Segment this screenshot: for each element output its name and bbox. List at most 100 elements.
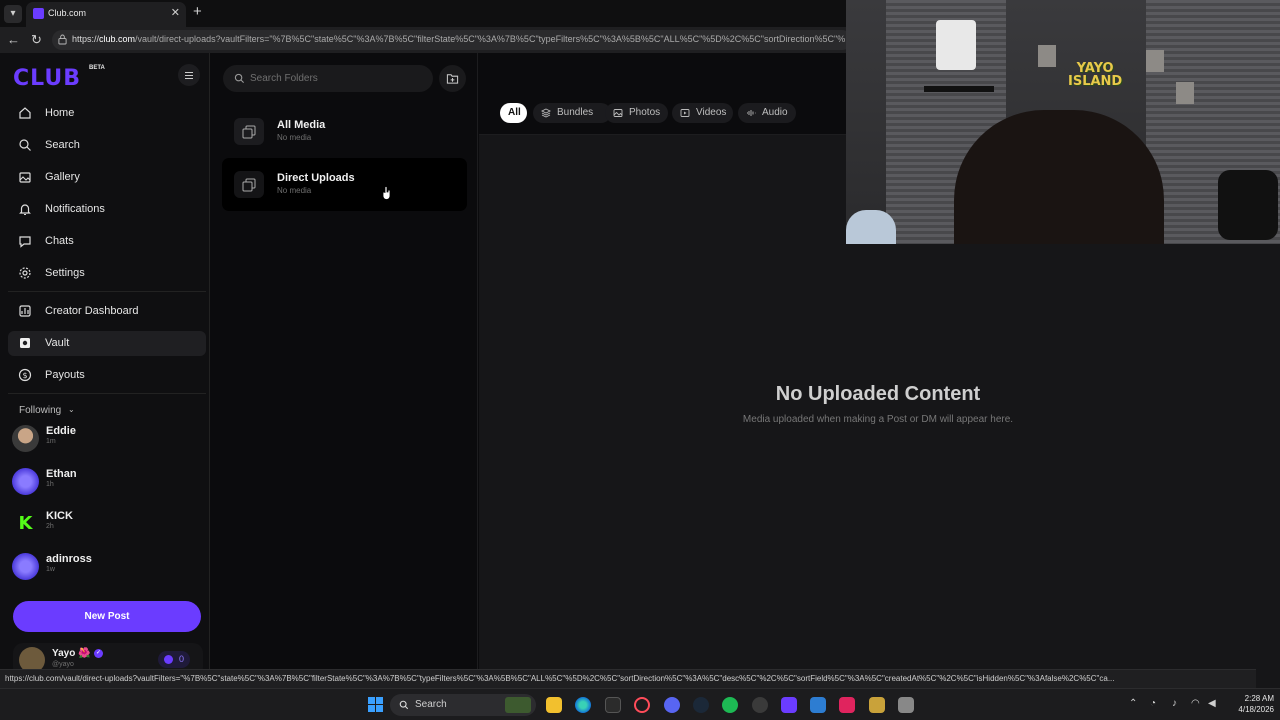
- terminal-icon[interactable]: [605, 697, 621, 713]
- search-icon: [19, 139, 31, 151]
- following-item[interactable]: K KICK 2h: [12, 508, 202, 538]
- filter-photos[interactable]: Photos: [605, 103, 668, 123]
- windows-start-icon[interactable]: [368, 697, 383, 712]
- avatar: [12, 468, 39, 495]
- nav-home[interactable]: Home: [8, 101, 206, 126]
- audio-icon: [747, 110, 756, 116]
- close-tab-icon[interactable]: ✕: [171, 6, 180, 19]
- reload-icon[interactable]: ↻: [31, 32, 42, 48]
- following-name: adinross: [46, 553, 92, 565]
- coin-balance[interactable]: 0: [158, 651, 190, 668]
- filter-label: Photos: [629, 107, 661, 118]
- dollar-icon: $: [18, 368, 32, 382]
- dashboard-icon: [19, 305, 31, 317]
- site-info-icon[interactable]: [58, 34, 67, 45]
- wifi-icon[interactable]: ◠: [1191, 698, 1200, 709]
- plaque: [1038, 45, 1056, 67]
- new-folder-button[interactable]: [439, 65, 466, 92]
- nav-notifications[interactable]: Notifications: [8, 197, 206, 222]
- filter-audio[interactable]: Audio: [738, 103, 796, 123]
- sidebar-divider: [8, 291, 206, 292]
- spotify-icon[interactable]: [722, 697, 738, 713]
- nav-label: Creator Dashboard: [45, 305, 139, 317]
- discord-icon[interactable]: [664, 697, 680, 713]
- following-item[interactable]: adinross 1w: [12, 551, 202, 581]
- active-app-icon[interactable]: [781, 697, 797, 713]
- plush: [846, 210, 896, 244]
- plaque: [1176, 82, 1194, 104]
- search-folders-input[interactable]: [250, 65, 425, 92]
- edge-browser-icon[interactable]: [575, 697, 591, 713]
- shelf: [924, 86, 994, 92]
- app-icon[interactable]: [869, 697, 885, 713]
- clock-date: 4/18/2026: [1238, 705, 1274, 714]
- following-name: Eddie: [46, 425, 76, 437]
- wall-sign: YAYO ISLAND: [1068, 62, 1122, 88]
- url-field[interactable]: https://club.com/vault/direct-uploads?va…: [52, 30, 852, 50]
- filter-videos[interactable]: Videos: [672, 103, 733, 123]
- taskbar-search[interactable]: Search: [390, 694, 536, 716]
- browser-tab[interactable]: Club.com ✕: [26, 2, 186, 27]
- nav-search[interactable]: Search: [8, 133, 206, 158]
- app-icon[interactable]: [810, 697, 826, 713]
- nav-gallery[interactable]: Gallery: [8, 165, 206, 190]
- user-handle: @yayo: [52, 661, 74, 668]
- user-emoji: 🌺: [78, 648, 91, 659]
- folder-direct-uploads[interactable]: Direct Uploads No media: [222, 158, 467, 211]
- home-icon: [19, 107, 31, 119]
- url-path: /vault/direct-uploads?vaultFilters="%7B%…: [135, 34, 846, 44]
- screen: ▾ Club.com ✕ + ← ↻ https://club.com/vaul…: [0, 0, 1280, 720]
- streamer: [954, 110, 1164, 244]
- nav-chats[interactable]: Chats: [8, 229, 206, 254]
- folder-all-media[interactable]: All Media No media: [222, 105, 467, 158]
- microphone-icon[interactable]: ♪: [1172, 698, 1177, 709]
- folder-title: All Media: [277, 119, 326, 131]
- steam-icon[interactable]: [693, 697, 709, 713]
- search-folders-box[interactable]: [223, 65, 433, 92]
- new-post-button[interactable]: New Post: [13, 601, 201, 632]
- network-icon[interactable]: ◔: [1150, 698, 1156, 709]
- folders-panel: All Media No media Direct Uploads No med…: [211, 53, 478, 688]
- obs-icon[interactable]: [752, 697, 768, 713]
- webcam-overlay: YAYO ISLAND: [846, 0, 1280, 244]
- chevron-down-icon[interactable]: ⌄: [68, 405, 75, 414]
- following-header[interactable]: Following: [19, 405, 61, 416]
- club-logo[interactable]: CLUB: [13, 66, 81, 91]
- following-item[interactable]: Ethan 1h: [12, 466, 202, 496]
- file-explorer-icon[interactable]: [546, 697, 562, 713]
- filter-label: Bundles: [557, 107, 594, 118]
- avatar: [12, 553, 39, 580]
- taskbar-search-label: Search: [415, 699, 447, 710]
- coin-icon: [164, 655, 173, 664]
- collapse-menu-button[interactable]: [178, 64, 200, 86]
- verified-badge-icon: ✓: [94, 649, 103, 658]
- nav-vault[interactable]: Vault: [8, 331, 206, 356]
- hand-cursor-icon: [382, 186, 391, 200]
- photo-icon: [613, 109, 623, 117]
- volume-icon[interactable]: ◀: [1208, 698, 1216, 709]
- following-time: 1w: [46, 566, 55, 573]
- link-preview-bar: https://club.com/vault/direct-uploads?va…: [0, 669, 1256, 688]
- folder-subtitle: No media: [277, 133, 312, 142]
- tab-list-button[interactable]: ▾: [4, 5, 22, 23]
- filter-all[interactable]: All: [500, 103, 527, 123]
- nav-creator-dashboard[interactable]: Creator Dashboard: [8, 299, 206, 324]
- video-icon: [680, 109, 690, 117]
- nav-label: Home: [45, 107, 75, 119]
- nav-payouts[interactable]: $ Payouts: [8, 363, 206, 388]
- new-tab-button[interactable]: +: [193, 4, 202, 20]
- tiktok-icon[interactable]: [839, 697, 855, 713]
- following-time: 1m: [46, 438, 56, 445]
- user-name: Yayo 🌺: [52, 648, 91, 659]
- opera-icon[interactable]: [634, 697, 650, 713]
- following-name: Ethan: [46, 468, 77, 480]
- following-item[interactable]: Eddie 1m: [12, 423, 202, 453]
- show-hidden-icons-icon[interactable]: ⌃: [1129, 698, 1137, 709]
- empty-state-title: No Uploaded Content: [775, 383, 981, 405]
- nav-settings[interactable]: Settings: [8, 261, 206, 286]
- taskbar-clock[interactable]: 2:28 AM 4/18/2026: [1224, 693, 1274, 715]
- nav-label: Gallery: [45, 171, 80, 183]
- app-icon[interactable]: [898, 697, 914, 713]
- filter-bundles[interactable]: Bundles: [533, 103, 611, 123]
- back-arrow-icon[interactable]: ←: [7, 32, 20, 48]
